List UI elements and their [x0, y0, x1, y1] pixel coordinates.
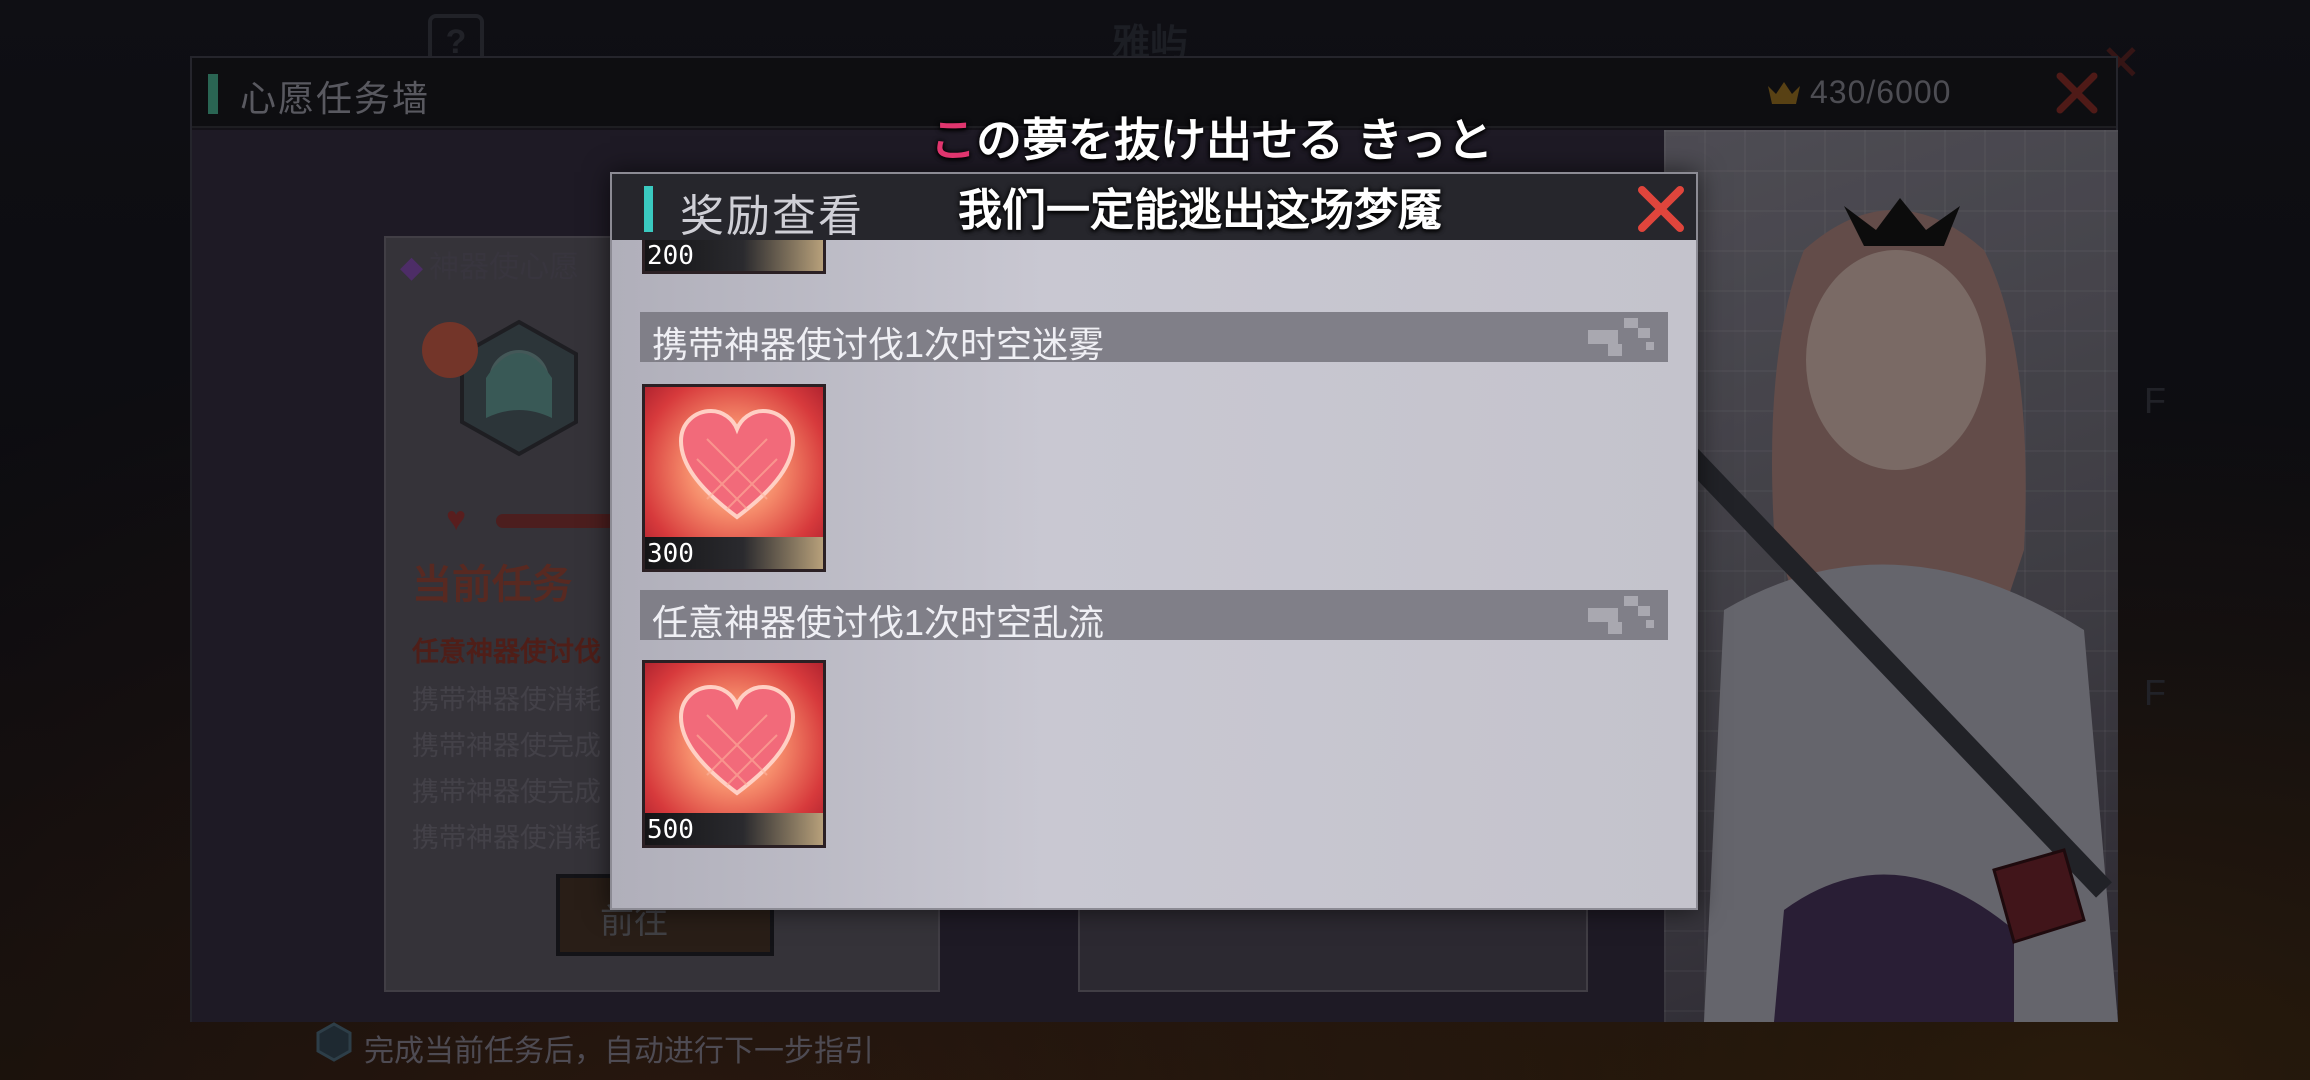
reward-view-dialog: 奖励查看 200 携带神器使讨伐1次时空迷雾 300 任意神器使讨伐1次时空乱流…	[610, 172, 1698, 910]
reward-dialog-title: 奖励查看	[680, 192, 864, 241]
title-accent-bar	[644, 186, 653, 232]
reward-task-row: 携带神器使讨伐1次时空迷雾	[640, 312, 1668, 365]
close-icon[interactable]	[1634, 182, 1688, 236]
subtitle-japanese-text: の夢を抜け出せる きっと	[976, 114, 1493, 166]
pixel-decoration-icon	[1588, 318, 1654, 356]
reward-list[interactable]: 200 携带神器使讨伐1次时空迷雾 300 任意神器使讨伐1次时空乱流 500	[612, 240, 1696, 908]
subtitle-japanese: この夢を抜け出せる きっと	[930, 104, 1493, 170]
reward-task-row: 任意神器使讨伐1次时空乱流	[640, 590, 1668, 643]
subtitle-chinese: 我们一定能逃出这场梦魇	[958, 186, 1442, 235]
reward-item[interactable]: 500	[642, 660, 826, 848]
subtitle-highlight: こ	[930, 114, 976, 166]
heart-icon	[678, 685, 796, 796]
reward-quantity: 300	[647, 539, 694, 569]
pixel-decoration-icon	[1588, 596, 1654, 634]
heart-icon	[678, 409, 796, 520]
reward-quantity: 500	[647, 815, 694, 845]
reward-quantity: 200	[647, 241, 694, 271]
reward-item: 200	[642, 240, 826, 274]
reward-task-text: 任意神器使讨伐1次时空乱流	[652, 602, 1105, 643]
reward-task-text: 携带神器使讨伐1次时空迷雾	[652, 324, 1105, 365]
reward-item[interactable]: 300	[642, 384, 826, 572]
